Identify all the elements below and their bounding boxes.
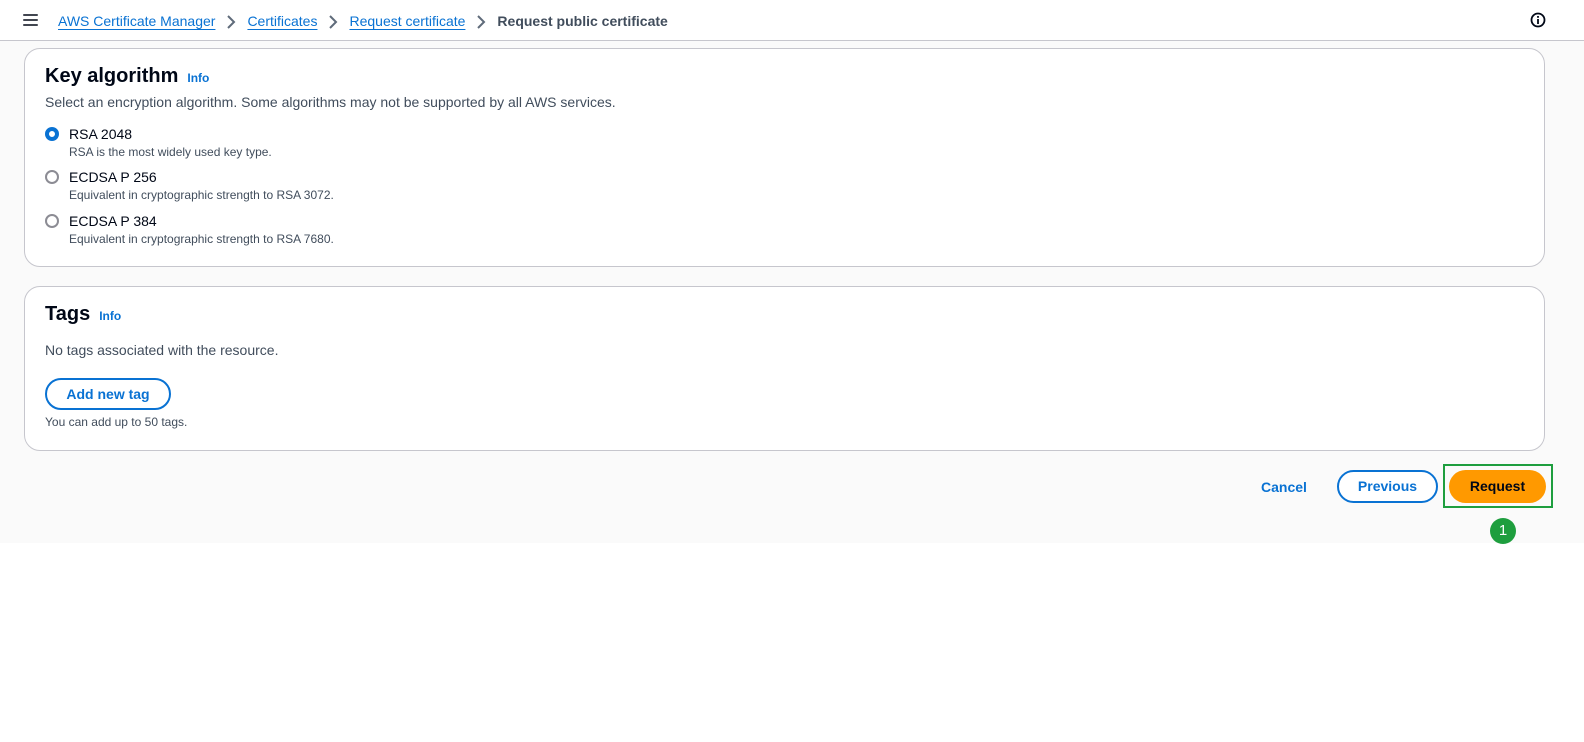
radio-label: ECDSA P 256 <box>69 169 157 185</box>
step-marker: 1 <box>1490 518 1516 544</box>
tags-empty-text: No tags associated with the resource. <box>45 342 279 358</box>
tags-panel: Tags Info No tags associated with the re… <box>24 286 1545 451</box>
key-algorithm-panel: Key algorithm Info Select an encryption … <box>24 48 1545 267</box>
key-algorithm-info-link[interactable]: Info <box>187 71 209 85</box>
radio-label: ECDSA P 384 <box>69 213 157 229</box>
top-navigation-bar: AWS Certificate Manager Certificates Req… <box>0 0 1584 41</box>
key-algorithm-title: Key algorithm <box>45 65 179 87</box>
radio-description: RSA is the most widely used key type. <box>69 145 272 159</box>
chevron-right-icon <box>221 11 241 31</box>
radio-description: Equivalent in cryptographic strength to … <box>69 188 334 202</box>
tags-limit-note: You can add up to 50 tags. <box>45 415 188 429</box>
previous-button[interactable]: Previous <box>1337 470 1438 503</box>
radio-option-rsa-2048[interactable]: RSA 2048 RSA is the most widely used key… <box>45 124 272 160</box>
tags-header: Tags Info <box>45 303 121 326</box>
radio-description: Equivalent in cryptographic strength to … <box>69 232 334 246</box>
tags-title: Tags <box>45 303 91 325</box>
cancel-button[interactable]: Cancel <box>1249 471 1319 503</box>
radio-button-ecdsa-p384[interactable] <box>45 214 59 228</box>
info-circle-icon[interactable] <box>1530 12 1546 28</box>
radio-button-rsa-2048[interactable] <box>45 127 59 141</box>
key-algorithm-header: Key algorithm Info <box>45 65 209 88</box>
breadcrumb-current-page: Request public certificate <box>497 13 668 29</box>
radio-button-ecdsa-p256[interactable] <box>45 170 59 184</box>
add-new-tag-button[interactable]: Add new tag <box>45 378 171 410</box>
breadcrumb-link-request-certificate[interactable]: Request certificate <box>349 11 465 31</box>
breadcrumb-link-acm[interactable]: AWS Certificate Manager <box>58 11 215 31</box>
breadcrumb-link-certificates[interactable]: Certificates <box>247 11 317 31</box>
hamburger-icon[interactable] <box>23 14 38 26</box>
radio-option-ecdsa-p256[interactable]: ECDSA P 256 Equivalent in cryptographic … <box>45 167 334 203</box>
key-algorithm-description: Select an encryption algorithm. Some alg… <box>45 94 616 110</box>
radio-label: RSA 2048 <box>69 126 133 142</box>
chevron-right-icon <box>323 11 343 31</box>
radio-option-ecdsa-p384[interactable]: ECDSA P 384 Equivalent in cryptographic … <box>45 211 334 247</box>
breadcrumb: AWS Certificate Manager Certificates Req… <box>58 11 668 31</box>
chevron-right-icon <box>471 11 491 31</box>
tags-info-link[interactable]: Info <box>99 309 121 323</box>
request-button[interactable]: Request <box>1449 470 1546 503</box>
